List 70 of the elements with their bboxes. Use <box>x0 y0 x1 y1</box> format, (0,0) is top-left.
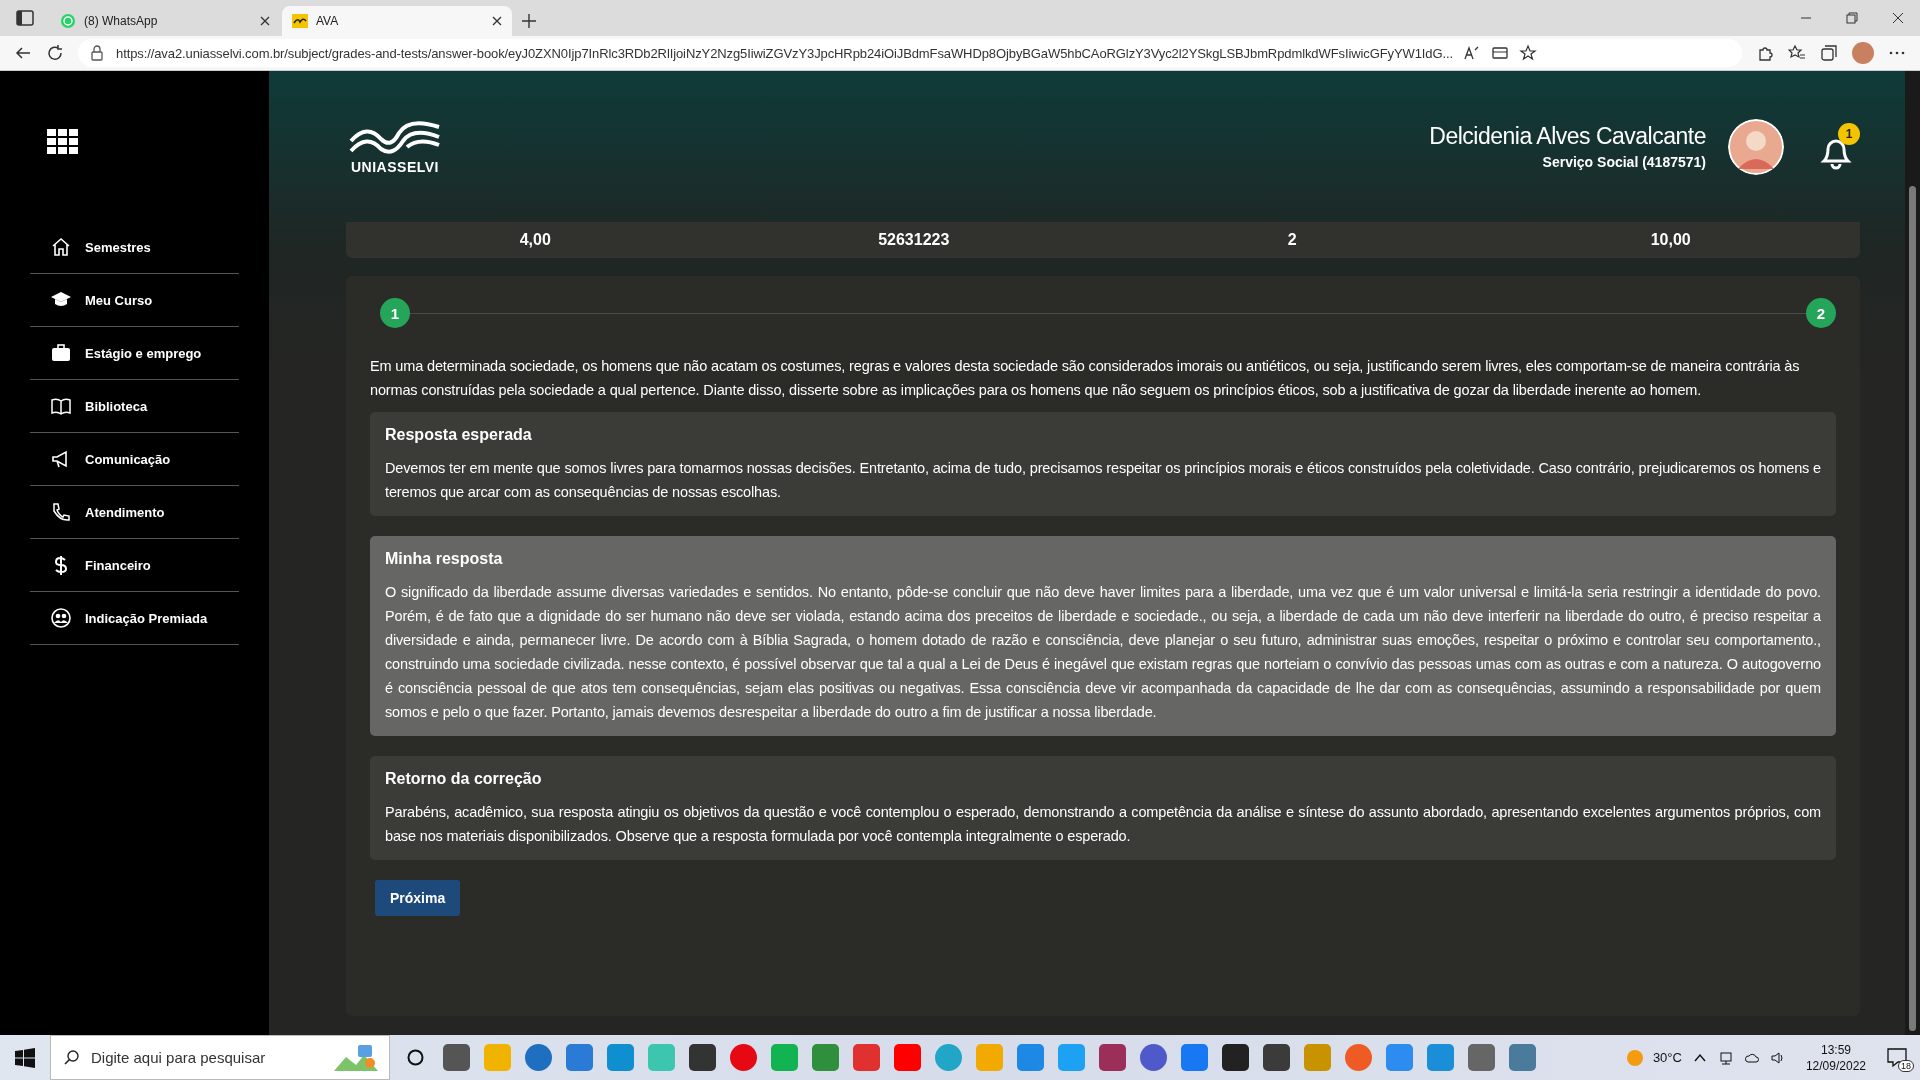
speaker-icon[interactable] <box>1769 1049 1786 1066</box>
logo-icon <box>292 13 308 29</box>
reader-view-icon[interactable] <box>1490 44 1509 62</box>
sidebar-item[interactable]: Atendimento <box>30 486 239 539</box>
tab-actions-icon[interactable] <box>14 9 36 27</box>
scrollbar[interactable] <box>1905 71 1920 1035</box>
sidebar-item[interactable]: Biblioteca <box>30 380 239 433</box>
panel-title: Retorno da correção <box>385 770 543 788</box>
app-icon[interactable] <box>443 1044 470 1071</box>
briefcase-icon <box>50 342 72 364</box>
next-button[interactable]: Próxima <box>375 880 461 916</box>
panel-title: Minha resposta <box>385 550 504 568</box>
favorites-icon[interactable] <box>1788 44 1806 62</box>
taskbar-search-field[interactable]: Digite aqui para pesquisar <box>50 1035 390 1080</box>
app-icon[interactable] <box>1263 1044 1290 1071</box>
summary-value: 4,00 <box>518 231 552 249</box>
home-icon <box>50 236 72 258</box>
browser-tab[interactable]: AVA <box>282 6 512 36</box>
app-icon[interactable] <box>1140 1044 1167 1071</box>
app-icon[interactable] <box>1222 1044 1249 1071</box>
book-icon <box>50 395 72 417</box>
app-icon[interactable] <box>1099 1044 1126 1071</box>
notification-count: 18 <box>1898 1059 1914 1072</box>
panel-title: Resposta esperada <box>385 426 533 444</box>
apps-grid-icon[interactable] <box>47 129 79 155</box>
browser-tab[interactable]: (8) WhatsApp <box>50 6 280 36</box>
profile-avatar[interactable] <box>1852 42 1874 64</box>
course-name: Serviço Social (4187571) <box>1541 154 1706 170</box>
app-icon[interactable] <box>730 1044 757 1071</box>
user-name: Delcidenia Alves Cavalcante <box>1429 123 1706 150</box>
sidebar-item[interactable]: Semestres <box>30 221 239 274</box>
sidebar-item[interactable]: Indicação Premiada <box>30 592 239 645</box>
phone-icon <box>50 501 72 523</box>
refresh-icon[interactable] <box>46 44 64 62</box>
app-icon[interactable] <box>1468 1044 1495 1071</box>
search-icon <box>64 1049 80 1065</box>
app-icon[interactable] <box>689 1044 716 1071</box>
collections-icon[interactable] <box>1820 44 1838 62</box>
landscape-icon <box>334 1043 378 1071</box>
lock-icon[interactable] <box>88 44 106 62</box>
clock[interactable]: 13:59 12/09/2022 <box>1805 1042 1866 1073</box>
people-icon <box>50 607 72 629</box>
notification-badge: 1 <box>1838 122 1860 145</box>
sidebar-item[interactable]: Financeiro <box>30 539 239 592</box>
address-bar[interactable]: https://ava2.uniasselvi.com.br/subject/grades-and-tests/answer-book/eyJ0ZXN0Ijp7InRlc3RDb2RlIjoiNzY2Nzg5IiwiZGVzY3JpcHRpb24iOiJBdmFsaWHDp8OjbyBGaW5hbCAoRGlzY3Vyc2l2YSkgLSBJbmRpdmlkdWFsIiwicGFyYW1IdG... <box>78 39 1742 67</box>
close-icon[interactable] <box>1892 12 1904 24</box>
network-icon[interactable] <box>1717 1049 1734 1066</box>
sidebar-item[interactable]: Estágio e emprego <box>30 327 239 380</box>
extensions-icon[interactable] <box>1756 44 1774 62</box>
start-icon[interactable] <box>15 1047 35 1068</box>
summary-value: 52631223 <box>877 231 951 249</box>
logo-text: UNIASSELVI <box>351 158 439 175</box>
app-icon[interactable] <box>525 1044 552 1071</box>
question-text: Em uma determinada sociedade, os homens que não acatam os costumes, regras e valores desta sociedade são considerados imorais ou antiéticos, ou seja, justificando serem livres, eles comportam-se de maneira contrária às normas construídas pela sociedade a qual pertence. Diante disso, disserte sobre as implicações para os homens que não seguem os princípios éticos, sob a justificativa de gozar da liberdade inerente ao homem. <box>370 357 1801 400</box>
sidebar-item[interactable]: Meu Curso <box>30 274 239 327</box>
new-tab-icon[interactable] <box>522 14 536 28</box>
panel-text: O significado da liberdade assume diversas variedades e sentidos. No entanto, pôde-se concluir que não deve haver limites para a liberdade, uma vez que é um valor universal e limitá-la seria restringir a identidade do povo. Porém, é de fato que a dignidade do ser humano não deve ser violada, estando acima dos preceitos de liberdade e sociedade., ou seja, a liberdade de cada um não deve interferir na liberdade do outro, é preciso respeitar a diversidade e ainda, permanecer livre. De acordo com à Bíblia Sagrada, o homem dotado de razão e consciência, deve planejar o seu futuro, administrar suas emoções, respeitar o próximo e controlar seu comportamento., construindo uma sociedade civilizada. nesse contexto, é possível observar que tal a qual a Lei de Deus é inegável que existam regras que norteiam o convívio das pessoas umas com as outras e com a natureza. O autogoverno é consciência pessoal de que atos tem consequências, sejam elas positivas ou negativas. Essa consciência deve vir acompanhada da capacidade de lhe dar com as consequências, assumindo a responsabilidade por quem somos e pelo o que fazer. Portanto, jamais devemos desrespeitar a liberdade do outro a fim de justificar a nossa liberdade. <box>385 583 1821 722</box>
close-icon[interactable] <box>492 16 502 26</box>
avatar[interactable] <box>1728 118 1784 175</box>
summary-value: 2 <box>1286 231 1298 249</box>
summary-value: 10,00 <box>1649 231 1692 249</box>
panel-text: Devemos ter em mente que somos livres para tomarmos nossas decisões. Entretanto, acima de tudo, precisamos respeitar os princípios morais e éticos construídos pela coletividade. Caso contrário, prejudicaremos os homens e teremos que arcar com as consequências de nossas escolhas. <box>385 459 1821 502</box>
read-aloud-icon[interactable] <box>1462 44 1481 62</box>
close-icon[interactable] <box>260 16 270 26</box>
chat-logo-icon <box>60 13 76 29</box>
favorite-star-icon[interactable] <box>1518 44 1537 62</box>
temperature[interactable]: 30°C <box>1652 1050 1682 1065</box>
restore-icon[interactable] <box>1846 12 1858 24</box>
panel-text: Parabéns, acadêmico, sua resposta atingiu os objetivos da questão e você contemplou o esperado, demonstrando a competência da análise e síntese do assunto abordado, apresentando excelentes argumentos próprios, com base nos materiais disponibilizados. Observe que a resposta formulada por você contempla integralmente o esperado. <box>385 803 1821 846</box>
sidebar-item[interactable]: Comunicação <box>30 433 239 486</box>
